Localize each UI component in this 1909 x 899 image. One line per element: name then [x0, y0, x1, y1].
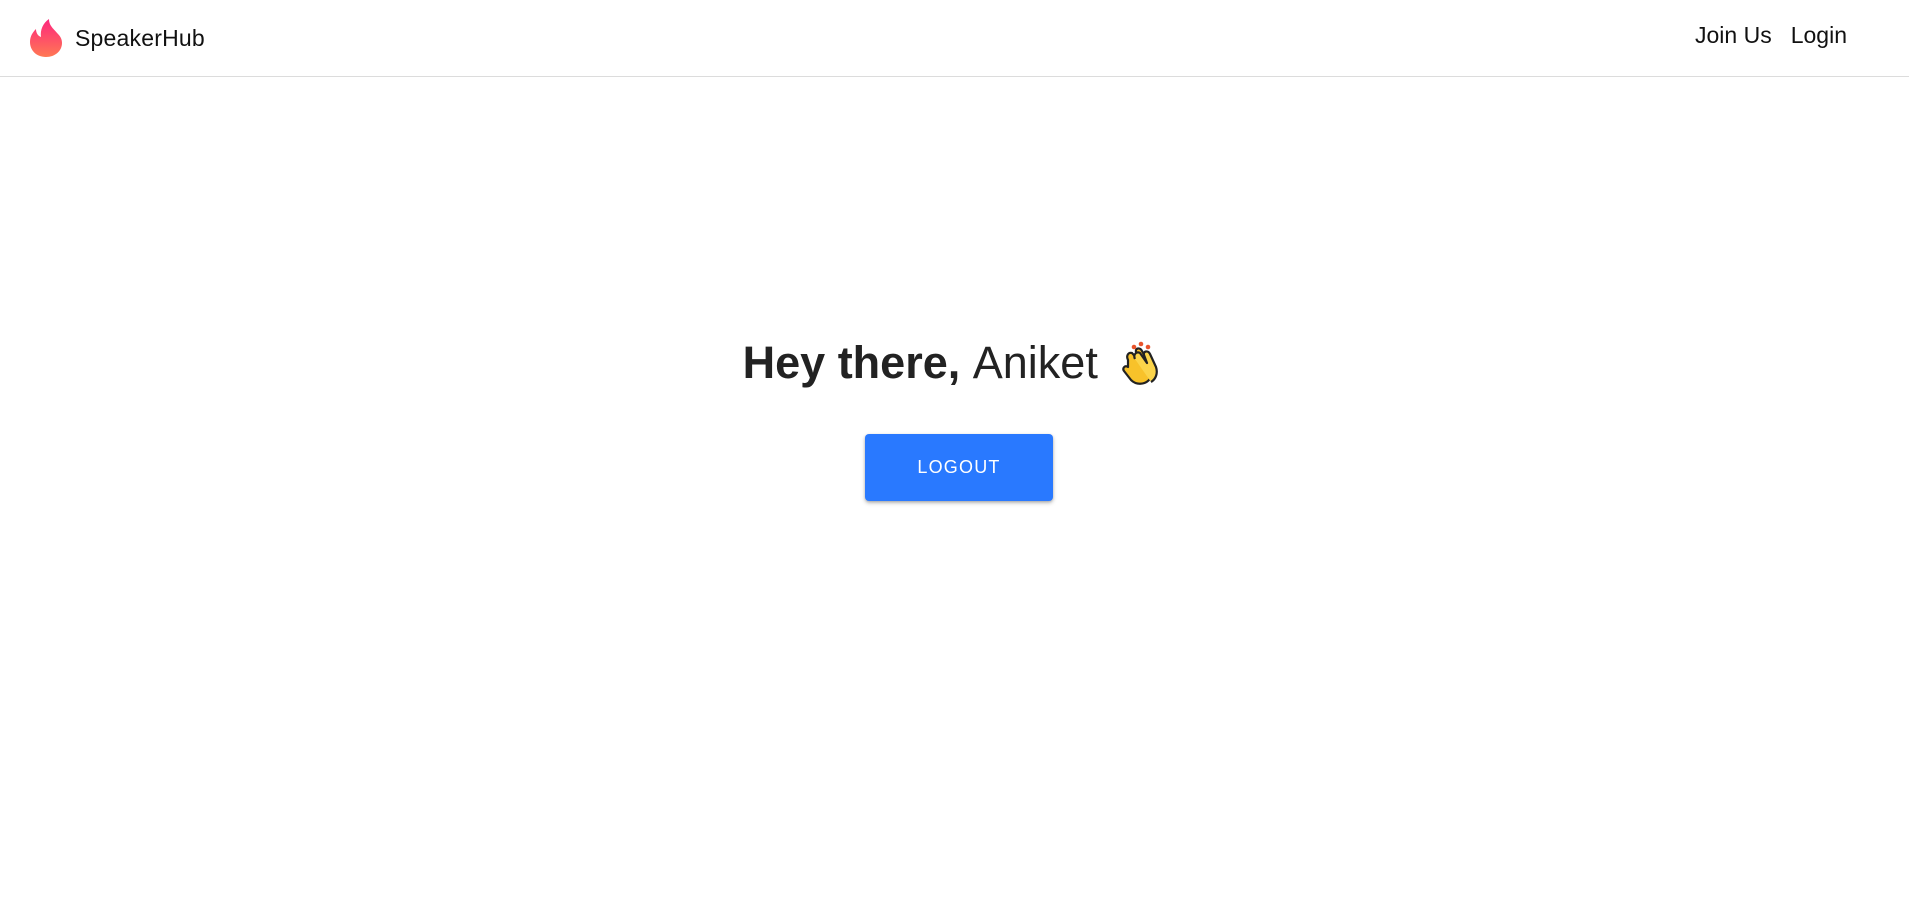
greeting-heading: Hey there, Aniket: [0, 336, 1909, 390]
logout-button[interactable]: LOGOUT: [865, 434, 1053, 501]
greeting-prefix: Hey there,: [742, 337, 961, 388]
main-content: Hey there, Aniket LOGOUT: [0, 78, 1909, 899]
user-name: Aniket: [972, 337, 1098, 388]
nav-links: Join Us Login: [1695, 22, 1847, 49]
join-us-link[interactable]: Join Us: [1695, 22, 1772, 49]
clapping-hands-icon: [1116, 338, 1166, 388]
flame-icon: [28, 18, 64, 58]
brand-link[interactable]: SpeakerHub: [28, 16, 205, 60]
brand-name: SpeakerHub: [75, 24, 205, 51]
top-navbar: SpeakerHub Join Us Login: [0, 0, 1909, 77]
login-link[interactable]: Login: [1791, 22, 1847, 49]
